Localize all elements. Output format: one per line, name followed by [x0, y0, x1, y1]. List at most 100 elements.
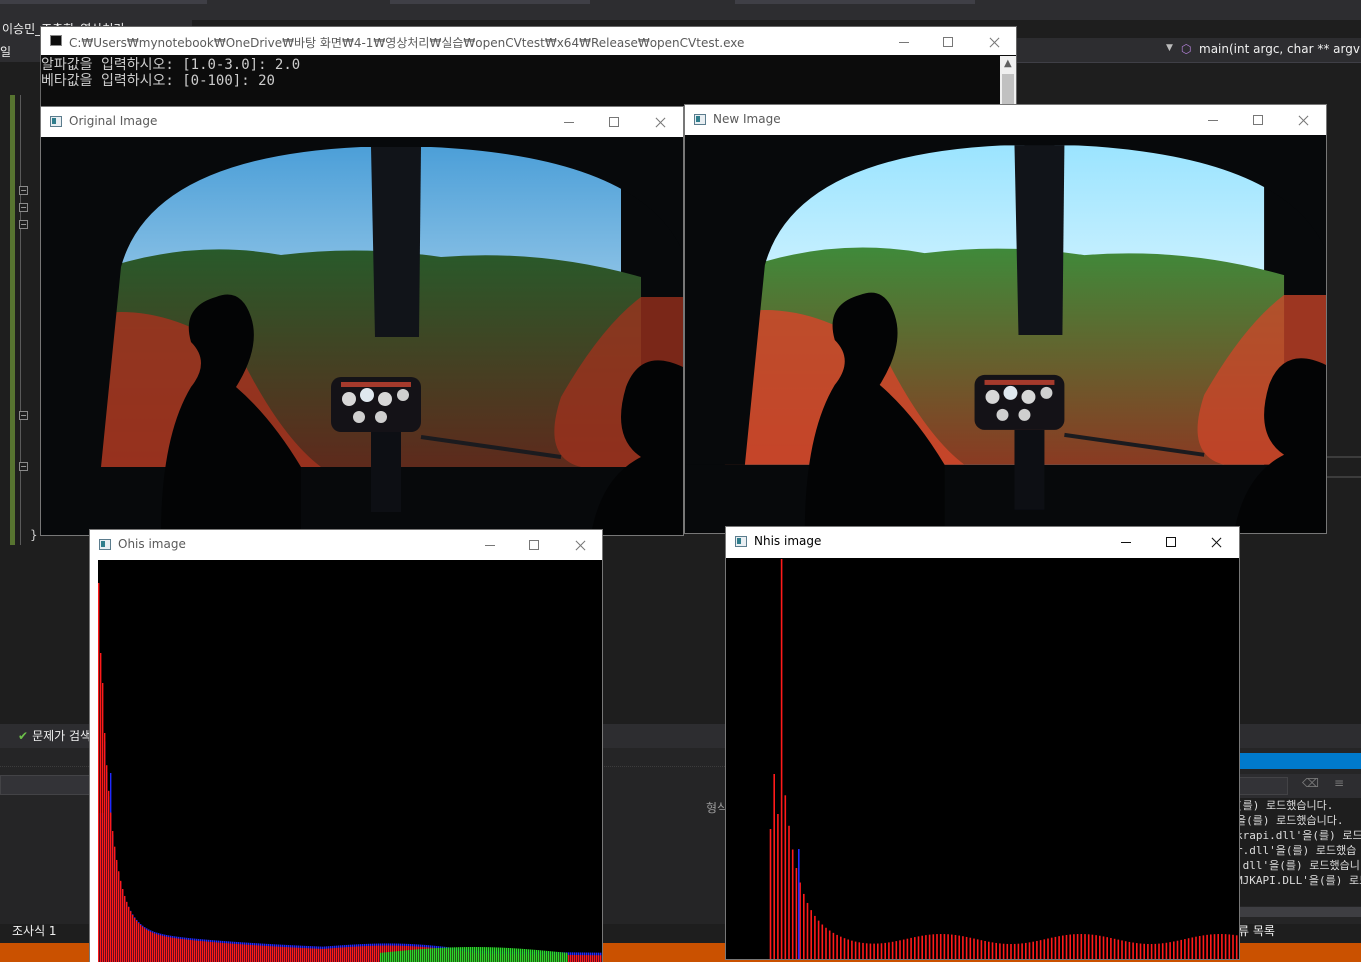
close-icon[interactable]: [1193, 527, 1239, 557]
collapse-icon[interactable]: −: [19, 220, 28, 229]
histogram-bar: [220, 942, 222, 962]
maximize-icon[interactable]: [1148, 527, 1194, 557]
maximize-icon[interactable]: [925, 27, 971, 55]
collapse-icon[interactable]: −: [19, 411, 28, 420]
histogram-bar: [390, 951, 392, 962]
histogram-bar: [840, 936, 842, 959]
problems-status[interactable]: ✔ 문제가 검색: [18, 727, 91, 744]
function-cube-icon: ⬡: [1181, 42, 1192, 56]
histogram-bar: [374, 945, 376, 962]
histogram-bar: [308, 948, 310, 962]
histogram-bar: [224, 943, 226, 962]
histogram-bar: [412, 949, 414, 962]
chevron-down-icon[interactable]: ▼: [1166, 43, 1173, 53]
output-source-select[interactable]: [1238, 777, 1288, 795]
minimize-icon[interactable]: [1190, 105, 1236, 135]
histogram-bar: [258, 945, 260, 962]
histogram-bar: [182, 939, 184, 962]
histogram-bar: [1013, 943, 1016, 959]
new-titlebar[interactable]: New Image: [685, 105, 1326, 135]
histogram-bar: [1184, 939, 1186, 959]
histogram-bar: [312, 948, 314, 962]
change-tracking-bar: [10, 95, 15, 545]
histogram-bar: [854, 941, 857, 959]
histogram-bar: [580, 955, 582, 962]
original-titlebar[interactable]: Original Image: [41, 107, 683, 137]
histogram-bar: [318, 948, 320, 962]
vs-panel-combo[interactable]: [0, 775, 92, 795]
collapse-icon[interactable]: −: [19, 462, 28, 471]
histogram-bar: [1136, 943, 1138, 959]
maximize-icon[interactable]: [1235, 105, 1281, 135]
wrap-icon[interactable]: ≡: [1334, 776, 1344, 790]
histogram-bar: [134, 918, 136, 962]
vs-toolbar-combo[interactable]: [735, 0, 975, 4]
opencv-window-icon: [99, 539, 111, 550]
new-image-window[interactable]: New Image: [684, 104, 1327, 534]
ohis-titlebar[interactable]: Ohis image: [90, 530, 602, 560]
nhis-titlebar[interactable]: Nhis image: [726, 527, 1239, 557]
histogram-bar: [136, 920, 138, 962]
histogram-bar: [1180, 939, 1182, 959]
vs-function-nav[interactable]: ▼ ⬡ main(int argc, char ** argv): [1016, 38, 1361, 63]
close-icon[interactable]: [971, 27, 1016, 55]
histogram-bar: [356, 946, 358, 962]
histogram-bar: [1043, 939, 1046, 959]
histogram-bar: [936, 934, 938, 959]
histogram-bar: [288, 947, 290, 962]
ohis-window[interactable]: Ohis image: [89, 529, 603, 962]
check-circle-icon: ✔: [18, 729, 29, 743]
histogram-bar: [230, 943, 232, 962]
histogram-bar: [428, 948, 430, 962]
collapse-icon[interactable]: −: [19, 186, 28, 195]
console-window[interactable]: C:₩Users₩mynotebook₩OneDrive₩바탕 화면₩4-1₩영…: [40, 26, 1017, 116]
maximize-icon[interactable]: [511, 530, 557, 560]
minimize-icon[interactable]: [546, 107, 592, 137]
histogram-bar: [240, 944, 242, 962]
histogram-bar: [1017, 943, 1020, 959]
vs-toolbar-combo[interactable]: [390, 0, 590, 4]
console-line: 알파값을 입력하시오: [1.0-3.0]: 2.0: [41, 57, 301, 73]
histogram-bar: [422, 949, 424, 962]
output-scrollbar[interactable]: [1238, 907, 1361, 917]
problems-label: 문제가 검색: [32, 729, 92, 743]
minimize-icon[interactable]: [881, 27, 927, 55]
close-icon[interactable]: [637, 107, 683, 137]
output-line: krapi.dll'을(를) 로드: [1238, 829, 1361, 842]
collapse-icon[interactable]: −: [19, 203, 28, 212]
histogram-bar: [124, 895, 126, 962]
vs-editor-edge: [1327, 456, 1361, 478]
histogram-bar: [138, 923, 140, 962]
histogram-bar: [328, 948, 330, 962]
histogram-bar: [178, 938, 180, 962]
histogram-bar: [276, 946, 278, 962]
histogram-bar: [917, 936, 920, 959]
vs-left-nav[interactable]: 일: [0, 40, 40, 62]
histogram-bar: [280, 946, 282, 962]
histogram-bar: [400, 950, 402, 962]
scroll-up-icon[interactable]: ▲: [1004, 58, 1012, 69]
watch-tab[interactable]: 조사식 1: [12, 922, 57, 939]
vs-toolbar-combo[interactable]: [0, 0, 207, 4]
close-icon[interactable]: [1280, 105, 1326, 135]
opencv-window-icon: [735, 536, 747, 547]
histogram-bar: [999, 943, 1001, 959]
histogram-bar: [484, 947, 486, 962]
histogram-bar: [548, 951, 550, 962]
error-list-tab[interactable]: 류 목록: [1238, 922, 1275, 939]
original-image-window[interactable]: Original Image: [40, 106, 684, 536]
close-icon[interactable]: [557, 530, 602, 560]
minimize-icon[interactable]: [467, 530, 513, 560]
histogram-bar: [376, 945, 378, 962]
nhis-window[interactable]: Nhis image: [725, 526, 1240, 960]
histogram-bar: [798, 849, 800, 959]
histogram-bar: [266, 945, 268, 962]
output-line: (를) 로드했습니다.: [1238, 799, 1334, 812]
clear-icon[interactable]: ⌫: [1302, 776, 1319, 790]
maximize-icon[interactable]: [591, 107, 637, 137]
histogram-bar: [1069, 934, 1071, 959]
histogram-bar: [302, 947, 304, 962]
histogram-bar: [508, 947, 510, 962]
console-titlebar[interactable]: C:₩Users₩mynotebook₩OneDrive₩바탕 화면₩4-1₩영…: [41, 27, 1016, 55]
minimize-icon[interactable]: [1103, 527, 1149, 557]
